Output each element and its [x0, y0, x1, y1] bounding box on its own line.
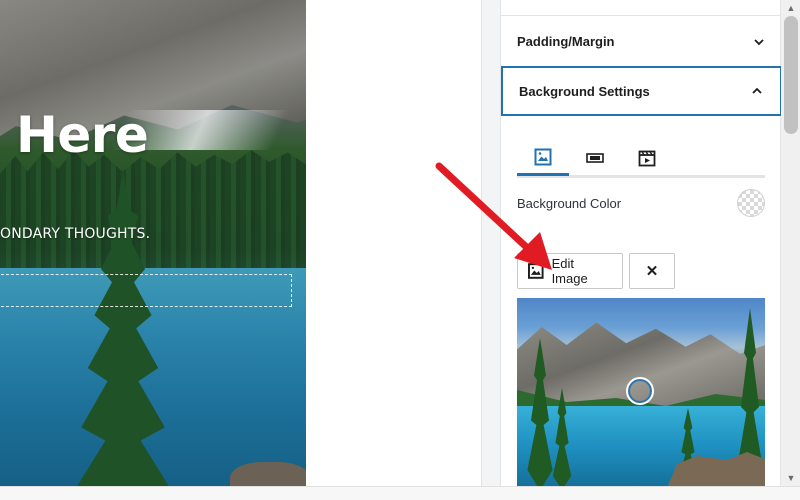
inspector-gutter [482, 0, 500, 500]
forest-layer [0, 150, 306, 270]
video-icon [638, 150, 656, 167]
background-settings-label: Background Settings [519, 83, 650, 99]
remove-image-button[interactable]: ✕ [629, 253, 675, 289]
background-type-tabs [517, 140, 765, 178]
scroll-down-icon[interactable]: ▼ [781, 470, 800, 486]
block-preview[interactable]: Here ONDARY THOUGHTS. [0, 0, 306, 500]
chevron-up-icon [752, 87, 762, 94]
tab-gradient[interactable] [569, 140, 621, 176]
inspector-panel: Padding/Margin Background Settings Backg… [500, 0, 782, 500]
image-icon [528, 263, 544, 279]
background-color-row: Background Color [517, 189, 765, 217]
scroll-up-icon[interactable]: ▲ [781, 0, 800, 16]
background-settings-toggle[interactable]: Background Settings [501, 66, 782, 116]
edit-image-label: Edit Image [551, 256, 588, 286]
padding-margin-toggle[interactable]: Padding/Margin [501, 17, 782, 67]
padding-margin-label: Padding/Margin [517, 34, 615, 49]
slider-icon [586, 153, 604, 163]
close-icon: ✕ [645, 263, 659, 280]
tab-image[interactable] [517, 140, 569, 176]
background-color-label: Background Color [517, 195, 622, 211]
scroll-thumb[interactable] [784, 16, 798, 134]
screen: Here ONDARY THOUGHTS. Padding/Margin Bac… [0, 0, 800, 500]
background-color-swatch[interactable] [737, 189, 765, 217]
edit-image-button[interactable]: Edit Image [517, 253, 623, 289]
preview-heading[interactable]: Here [16, 106, 149, 164]
image-actions: Edit Image ✕ [517, 253, 675, 289]
image-icon [534, 148, 552, 165]
button-block-outline[interactable] [0, 274, 292, 307]
chevron-down-icon [754, 38, 764, 45]
block-inspector: Padding/Margin Background Settings Backg… [481, 0, 800, 500]
bottom-bar [0, 486, 800, 500]
sidebar-scrollbar[interactable]: ▲ ▼ [781, 0, 800, 500]
focal-point-picker-handle[interactable] [626, 377, 654, 405]
preview-subheading[interactable]: ONDARY THOUGHTS. [0, 226, 150, 242]
background-image-preview[interactable] [517, 298, 765, 488]
previous-panel-row[interactable] [501, 0, 782, 16]
tab-video[interactable] [621, 140, 673, 176]
